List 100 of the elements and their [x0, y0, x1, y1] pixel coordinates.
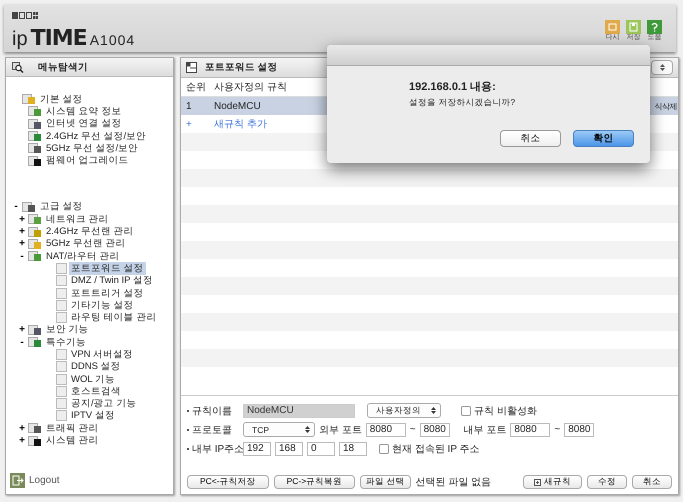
menu-item[interactable]: DMZ / Twin IP 설정	[69, 274, 155, 288]
input-field[interactable]: 8080	[420, 422, 450, 436]
page-icon	[28, 336, 42, 348]
input-field[interactable]: 8080	[510, 422, 550, 436]
expand-toggle[interactable]: -	[18, 250, 26, 262]
column-header: 사용자정의 규칙	[214, 81, 287, 94]
page-icon	[56, 361, 67, 372]
page-icon	[56, 275, 67, 286]
menu-item[interactable]: 2.4GHz 무선랜 관리	[44, 225, 136, 238]
plus-square-icon	[534, 478, 541, 486]
page-icon	[28, 118, 42, 130]
input-field[interactable]: 8080	[564, 422, 594, 436]
panel-icon	[186, 62, 197, 73]
menu-item[interactable]: 시스템 요약 정보	[44, 104, 124, 118]
sort-select[interactable]	[651, 60, 673, 75]
field-label: 내부 포트	[464, 424, 506, 436]
column-header: 순위	[185, 81, 207, 94]
panel-title: 메뉴탐색기	[38, 60, 88, 74]
dialog-title: 192.168.0.1 내용:	[409, 80, 497, 94]
panel-title: 포트포워드 설정	[205, 61, 279, 74]
expand-toggle[interactable]: -	[18, 336, 26, 348]
toolbar-button[interactable]: PC<-규칙저장	[187, 475, 269, 489]
expand-toggle[interactable]: +	[18, 238, 26, 250]
page-icon	[56, 262, 67, 274]
checkbox-label: 규칙 비활성화	[474, 404, 537, 418]
menu-item[interactable]: 5GHz 무선 설정/보안	[44, 142, 140, 155]
page-icon	[28, 422, 42, 434]
dialog-button[interactable]: 확인	[573, 130, 634, 147]
page-icon	[56, 348, 67, 360]
checkbox[interactable]	[379, 444, 389, 454]
page-icon	[56, 386, 67, 397]
logout-icon[interactable]	[10, 473, 25, 488]
menu-item[interactable]: 네트워크 관리	[44, 212, 111, 226]
page-icon	[28, 105, 42, 118]
expand-toggle[interactable]: +	[18, 226, 26, 238]
dialog-button[interactable]: 취소	[500, 130, 561, 147]
dropdown[interactable]: 사용자정의	[367, 403, 441, 418]
page-icon	[56, 398, 67, 410]
product-logo: ipTIME A1004	[12, 26, 136, 51]
expand-toggle[interactable]: +	[18, 422, 26, 434]
menu-item[interactable]: 보안 기능	[44, 323, 91, 336]
menu-item[interactable]: 라우팅 테이블 관리	[69, 311, 158, 324]
new-rule-button[interactable]: 새규칙	[523, 475, 582, 489]
field-label: 내부 IP주소	[192, 442, 244, 456]
action-button[interactable]: 취소	[632, 475, 672, 489]
logout-link[interactable]: Logout	[29, 475, 60, 486]
menu-item[interactable]: 트래픽 관리	[44, 422, 101, 435]
page-icon	[56, 288, 67, 298]
menu-item[interactable]: 기타기능 설정	[69, 298, 136, 312]
input-field[interactable]: 0	[307, 442, 335, 456]
folder-icon	[22, 200, 36, 213]
field-label: 외부 포트	[319, 424, 362, 436]
checkbox[interactable]	[461, 406, 471, 416]
menu-item[interactable]: 기본 설정	[38, 92, 85, 106]
input-field[interactable]: 18	[339, 442, 367, 456]
file-status: 선택된 파일 없음	[416, 476, 492, 489]
page-icon	[28, 142, 42, 154]
file-button[interactable]: 파일 선택	[360, 475, 411, 489]
menu-item[interactable]: 특수기능	[44, 336, 88, 349]
page-icon	[28, 154, 42, 167]
page-icon	[56, 374, 67, 385]
menu-item[interactable]: NAT/라우터 관리	[44, 250, 122, 263]
field-label: 프로토콜	[192, 424, 232, 436]
input-field[interactable]: 8080	[366, 422, 406, 436]
expand-toggle[interactable]: -	[12, 201, 20, 212]
checkbox-label: 현재 접속된 IP 주소	[392, 442, 480, 456]
menu-item[interactable]: 2.4GHz 무선 설정/보안	[44, 130, 148, 143]
input-field[interactable]: NodeMCU	[243, 404, 355, 418]
menu-item[interactable]: 인터넷 연결 설정	[44, 117, 124, 130]
menu-item[interactable]: 공지/광고 기능	[69, 397, 138, 410]
menu-item[interactable]: VPN 서버설정	[69, 348, 136, 361]
input-field[interactable]: 192	[243, 442, 271, 456]
save-icon	[626, 20, 641, 34]
menu-item[interactable]: 포트포워드 설정	[69, 262, 146, 275]
menu-item[interactable]: 5GHz 무선랜 관리	[44, 237, 128, 250]
page-icon	[28, 324, 42, 336]
input-field[interactable]: 168	[275, 442, 303, 456]
menu-item[interactable]: DDNS 설정	[69, 360, 123, 374]
menu-item[interactable]: 고급 설정	[38, 200, 85, 214]
page-icon	[28, 226, 42, 238]
dropdown[interactable]: TCP	[243, 422, 315, 437]
refresh-icon	[605, 20, 620, 34]
action-button[interactable]: 수정	[587, 475, 627, 489]
expand-toggle[interactable]: +	[18, 214, 26, 225]
page-icon	[56, 410, 67, 422]
page-icon	[28, 130, 42, 142]
expand-toggle[interactable]: +	[18, 324, 26, 336]
page-icon	[56, 300, 67, 311]
toolbar-button[interactable]: PC->규칙복원	[274, 475, 356, 489]
menu-item[interactable]: 펌웨어 업그레이드	[44, 154, 131, 168]
menu-item[interactable]: IPTV 설정	[69, 409, 117, 422]
range-separator: ~	[554, 424, 560, 435]
menu-item[interactable]: WOL 기능	[69, 372, 117, 386]
page-icon	[28, 213, 42, 226]
menu-item[interactable]: 포트트리거 설정	[69, 286, 146, 300]
menu-item[interactable]: 호스트검색	[69, 384, 123, 398]
search-icon	[12, 62, 24, 72]
menu-item[interactable]: 시스템 관리	[44, 434, 101, 448]
brand-squares-icon	[12, 12, 38, 20]
expand-toggle[interactable]: +	[18, 435, 26, 446]
